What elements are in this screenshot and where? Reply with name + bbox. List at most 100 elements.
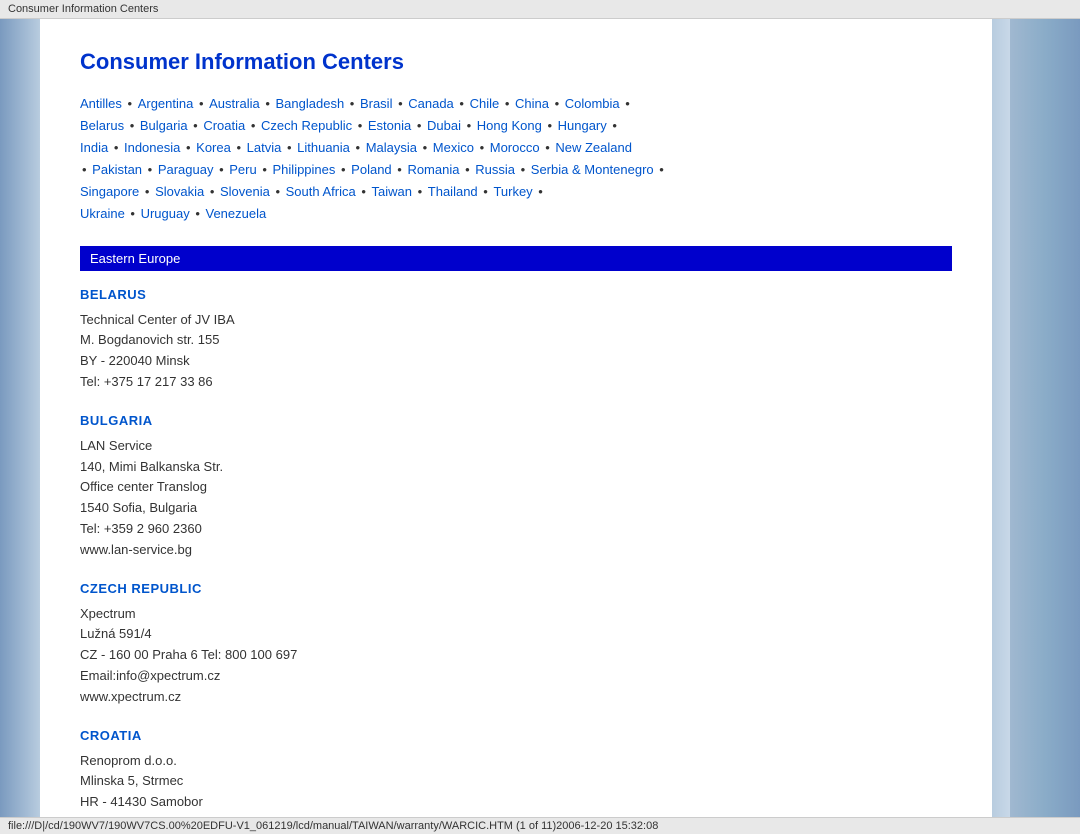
link-malaysia[interactable]: Malaysia: [366, 140, 417, 155]
country-details-czech-republic: Xpectrum Lužná 591/4 CZ - 160 00 Praha 6…: [80, 604, 952, 708]
link-peru[interactable]: Peru: [229, 162, 256, 177]
link-russia[interactable]: Russia: [475, 162, 515, 177]
bullet: •: [206, 184, 218, 199]
bullet: •: [394, 162, 406, 177]
link-romania[interactable]: Romania: [407, 162, 459, 177]
bullet: •: [480, 184, 492, 199]
link-belarus[interactable]: Belarus: [80, 118, 124, 133]
bullet: •: [215, 162, 227, 177]
page-title: Consumer Information Centers: [80, 49, 952, 75]
country-title-croatia: CROATIA: [80, 728, 952, 743]
link-serbia-montenegro[interactable]: Serbia & Montenegro: [531, 162, 654, 177]
link-korea[interactable]: Korea: [196, 140, 231, 155]
bullet: •: [622, 96, 630, 111]
link-chile[interactable]: Chile: [470, 96, 500, 111]
link-taiwan[interactable]: Taiwan: [372, 184, 412, 199]
title-bar: Consumer Information Centers: [0, 0, 1080, 19]
link-slovakia[interactable]: Slovakia: [155, 184, 204, 199]
link-singapore[interactable]: Singapore: [80, 184, 139, 199]
bullet: •: [141, 184, 153, 199]
link-india[interactable]: India: [80, 140, 108, 155]
status-bar-text: file:///D|/cd/190WV7/190WV7CS.00%20EDFU-…: [8, 820, 658, 832]
bullet: •: [233, 140, 245, 155]
link-philippines[interactable]: Philippines: [273, 162, 336, 177]
bullet: •: [609, 118, 617, 133]
bullet: •: [463, 118, 475, 133]
link-australia[interactable]: Australia: [209, 96, 260, 111]
link-lithuania[interactable]: Lithuania: [297, 140, 350, 155]
link-czech-republic[interactable]: Czech Republic: [261, 118, 352, 133]
bullet: •: [352, 140, 364, 155]
bullet: •: [127, 206, 139, 221]
link-latvia[interactable]: Latvia: [247, 140, 282, 155]
link-uruguay[interactable]: Uruguay: [141, 206, 190, 221]
link-bangladesh[interactable]: Bangladesh: [276, 96, 345, 111]
right-sidebar-2: [1010, 19, 1045, 833]
country-section-bulgaria: BULGARIA LAN Service 140, Mimi Balkanska…: [80, 413, 952, 561]
bullet: •: [542, 140, 554, 155]
title-bar-text: Consumer Information Centers: [8, 3, 158, 15]
status-bar: file:///D|/cd/190WV7/190WV7CS.00%20EDFU-…: [0, 817, 1080, 834]
link-croatia[interactable]: Croatia: [203, 118, 245, 133]
bullet: •: [182, 140, 194, 155]
link-new-zealand[interactable]: New Zealand: [555, 140, 632, 155]
bullet: •: [358, 184, 370, 199]
link-indonesia[interactable]: Indonesia: [124, 140, 180, 155]
bullet: •: [259, 162, 271, 177]
link-hong-kong[interactable]: Hong Kong: [477, 118, 542, 133]
link-dubai[interactable]: Dubai: [427, 118, 461, 133]
link-slovenia[interactable]: Slovenia: [220, 184, 270, 199]
links-section: Antilles • Argentina • Australia • Bangl…: [80, 93, 952, 226]
outer-layout: Consumer Information Centers Antilles • …: [0, 19, 1080, 833]
bullet: •: [501, 96, 513, 111]
link-argentina[interactable]: Argentina: [138, 96, 194, 111]
link-colombia[interactable]: Colombia: [565, 96, 620, 111]
link-brasil[interactable]: Brasil: [360, 96, 393, 111]
bullet: •: [354, 118, 366, 133]
link-bulgaria[interactable]: Bulgaria: [140, 118, 188, 133]
bullet: •: [461, 162, 473, 177]
link-antilles[interactable]: Antilles: [80, 96, 122, 111]
left-sidebar: [0, 19, 40, 833]
country-section-belarus: BELARUS Technical Center of JV IBA M. Bo…: [80, 287, 952, 393]
link-mexico[interactable]: Mexico: [433, 140, 474, 155]
country-title-czech-republic: CZECH REPUBLIC: [80, 581, 952, 596]
bullet: •: [456, 96, 468, 111]
link-poland[interactable]: Poland: [351, 162, 391, 177]
bullet: •: [144, 162, 156, 177]
right-sidebar-1: [992, 19, 1010, 833]
bullet: •: [551, 96, 563, 111]
bullet: •: [195, 96, 207, 111]
bullet: •: [272, 184, 284, 199]
bullet: •: [192, 206, 204, 221]
link-south-africa[interactable]: South Africa: [286, 184, 356, 199]
bullet: •: [413, 118, 425, 133]
country-section-czech-republic: CZECH REPUBLIC Xpectrum Lužná 591/4 CZ -…: [80, 581, 952, 708]
bullet: •: [476, 140, 488, 155]
link-thailand[interactable]: Thailand: [428, 184, 478, 199]
bullet: •: [124, 96, 136, 111]
link-morocco[interactable]: Morocco: [490, 140, 540, 155]
link-venezuela[interactable]: Venezuela: [206, 206, 267, 221]
link-ukraine[interactable]: Ukraine: [80, 206, 125, 221]
section-header: Eastern Europe: [80, 246, 952, 271]
link-paraguay[interactable]: Paraguay: [158, 162, 214, 177]
bullet: •: [283, 140, 295, 155]
bullet: •: [247, 118, 259, 133]
page-wrapper: Consumer Information Centers Consumer In…: [0, 0, 1080, 834]
bullet: •: [190, 118, 202, 133]
bullet: •: [535, 184, 543, 199]
link-canada[interactable]: Canada: [408, 96, 454, 111]
link-pakistan[interactable]: Pakistan: [92, 162, 142, 177]
country-details-bulgaria: LAN Service 140, Mimi Balkanska Str. Off…: [80, 436, 952, 561]
bullet: •: [262, 96, 274, 111]
bullet: •: [656, 162, 664, 177]
country-details-belarus: Technical Center of JV IBA M. Bogdanovic…: [80, 310, 952, 393]
link-turkey[interactable]: Turkey: [493, 184, 532, 199]
link-hungary[interactable]: Hungary: [558, 118, 607, 133]
link-estonia[interactable]: Estonia: [368, 118, 411, 133]
bullet: •: [126, 118, 138, 133]
country-title-bulgaria: BULGARIA: [80, 413, 952, 428]
country-title-belarus: BELARUS: [80, 287, 952, 302]
link-china[interactable]: China: [515, 96, 549, 111]
